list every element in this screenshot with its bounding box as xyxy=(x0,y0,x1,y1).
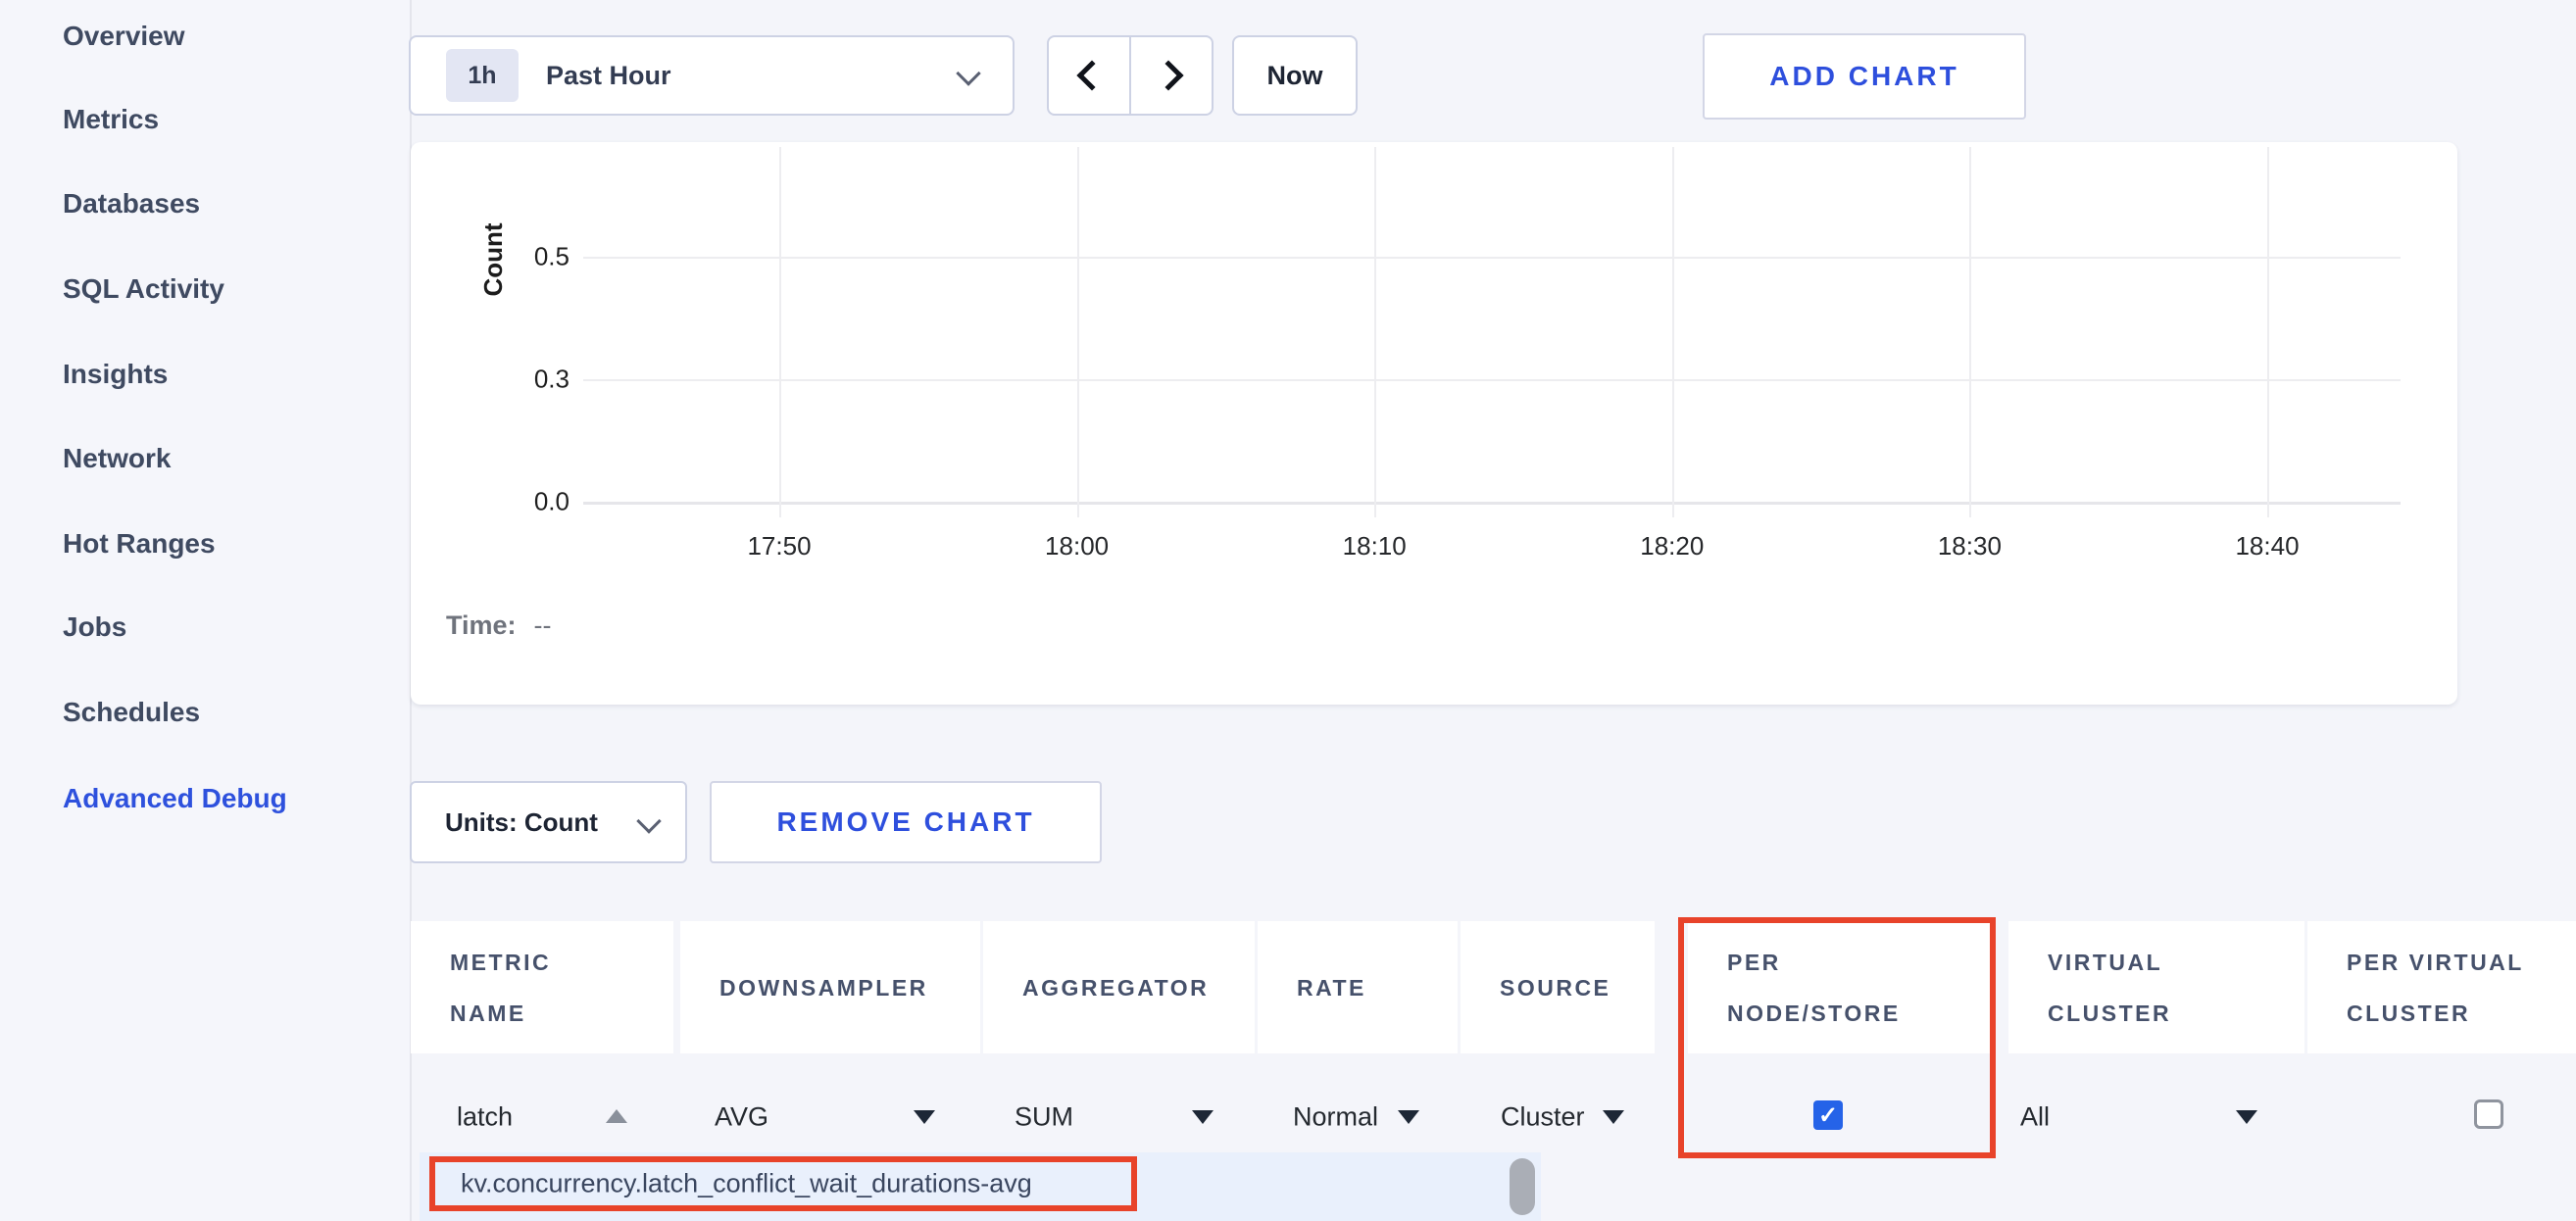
chart-card: Count Time:-- 0.50.30.017:5018:0018:1018… xyxy=(411,142,2457,705)
units-dropdown-label: Units: Count xyxy=(445,807,598,838)
y-tick-label: 0.5 xyxy=(491,242,570,272)
per-node-store-checkbox[interactable]: ✓ xyxy=(1813,1100,1843,1130)
y-gridline xyxy=(583,257,2401,259)
per-virtual-cluster-checkbox[interactable] xyxy=(2474,1099,2503,1129)
dropdown-arrow-icon[interactable] xyxy=(1192,1110,1214,1124)
sidebar-item-metrics[interactable]: Metrics xyxy=(63,104,159,135)
sidebar-item-hot-ranges[interactable]: Hot Ranges xyxy=(63,528,216,560)
downsampler-select[interactable]: AVG xyxy=(715,1102,768,1133)
column-header-virtual-cluster: VIRTUAL CLUSTER xyxy=(2008,921,2304,1053)
sidebar-item-advanced-debug[interactable]: Advanced Debug xyxy=(63,783,287,814)
dropdown-arrow-icon[interactable] xyxy=(2236,1110,2257,1124)
time-range-label: Past Hour xyxy=(546,61,671,91)
chevron-left-icon xyxy=(1076,60,1107,90)
source-select[interactable]: Cluster xyxy=(1501,1102,1585,1133)
chart-hover-time-value: -- xyxy=(534,610,552,640)
y-tick-label: 0.3 xyxy=(491,365,570,395)
x-gridline xyxy=(2267,147,2269,517)
x-gridline xyxy=(1672,147,1674,517)
x-tick-label: 18:10 xyxy=(1343,531,1407,562)
now-button[interactable]: Now xyxy=(1232,35,1358,116)
metric-name-input[interactable]: latch xyxy=(457,1102,513,1133)
aggregator-select[interactable]: SUM xyxy=(1015,1102,1073,1133)
column-header-source: SOURCE xyxy=(1461,921,1655,1053)
chart-hover-time-label: Time: xyxy=(446,610,517,640)
sidebar-item-overview[interactable]: Overview xyxy=(63,21,185,52)
dropdown-arrow-icon[interactable] xyxy=(1398,1110,1419,1124)
x-gridline xyxy=(1077,147,1079,517)
y-gridline xyxy=(583,502,2401,505)
sidebar-item-jobs[interactable]: Jobs xyxy=(63,611,126,643)
chevron-down-icon xyxy=(636,808,661,833)
x-tick-label: 18:00 xyxy=(1045,531,1109,562)
x-tick-label: 18:40 xyxy=(2235,531,2299,562)
x-tick-label: 18:30 xyxy=(1938,531,2002,562)
rate-select[interactable]: Normal xyxy=(1293,1102,1378,1133)
add-chart-button[interactable]: ADD CHART xyxy=(1703,33,2026,120)
chevron-right-icon xyxy=(1153,60,1183,90)
sort-up-icon[interactable] xyxy=(606,1109,627,1123)
dropdown-arrow-icon[interactable] xyxy=(914,1110,935,1124)
metric-suggestion-panel: kv.concurrency.latch_conflict_wait_durat… xyxy=(420,1152,1541,1221)
sidebar-item-insights[interactable]: Insights xyxy=(63,359,168,390)
checkmark-icon: ✓ xyxy=(1818,1101,1838,1130)
column-header-rate: RATE xyxy=(1258,921,1458,1053)
sidebar-item-network[interactable]: Network xyxy=(63,443,171,474)
time-range-dropdown[interactable]: 1h Past Hour xyxy=(409,35,1015,116)
metric-suggestion-item[interactable]: kv.concurrency.latch_conflict_wait_durat… xyxy=(461,1169,1032,1199)
dropdown-arrow-icon[interactable] xyxy=(1603,1110,1624,1124)
sidebar-item-databases[interactable]: Databases xyxy=(63,188,200,220)
x-gridline xyxy=(1374,147,1376,517)
column-header-per-node-store: PER NODE/STORE xyxy=(1688,921,1991,1053)
x-gridline xyxy=(779,147,781,517)
column-header-downsampler: DOWNSAMPLER xyxy=(680,921,980,1053)
x-tick-label: 17:50 xyxy=(747,531,811,562)
x-tick-label: 18:20 xyxy=(1640,531,1704,562)
column-header-aggregator: AGGREGATOR xyxy=(983,921,1255,1053)
advanced-debug-custom-chart-page: Overview Metrics Databases SQL Activity … xyxy=(0,0,2576,1221)
column-header-metric-name: METRIC NAME xyxy=(411,921,673,1053)
time-next-button[interactable] xyxy=(1129,35,1214,116)
sidebar: Overview Metrics Databases SQL Activity … xyxy=(0,0,410,1221)
time-range-badge: 1h xyxy=(446,49,519,102)
sidebar-item-sql-activity[interactable]: SQL Activity xyxy=(63,273,224,305)
remove-chart-button[interactable]: REMOVE CHART xyxy=(710,781,1102,863)
chevron-down-icon xyxy=(956,61,980,85)
virtual-cluster-select[interactable]: All xyxy=(2020,1102,2050,1133)
time-prev-button[interactable] xyxy=(1047,35,1131,116)
column-header-per-virtual-cluster: PER VIRTUAL CLUSTER xyxy=(2307,921,2576,1053)
chart-hover-time: Time: -- xyxy=(446,610,552,641)
units-dropdown[interactable]: Units: Count xyxy=(410,781,687,863)
y-gridline xyxy=(583,379,2401,381)
y-tick-label: 0.0 xyxy=(491,487,570,517)
x-gridline xyxy=(1969,147,1971,517)
sidebar-item-schedules[interactable]: Schedules xyxy=(63,697,200,728)
scrollbar-thumb[interactable] xyxy=(1510,1158,1535,1215)
